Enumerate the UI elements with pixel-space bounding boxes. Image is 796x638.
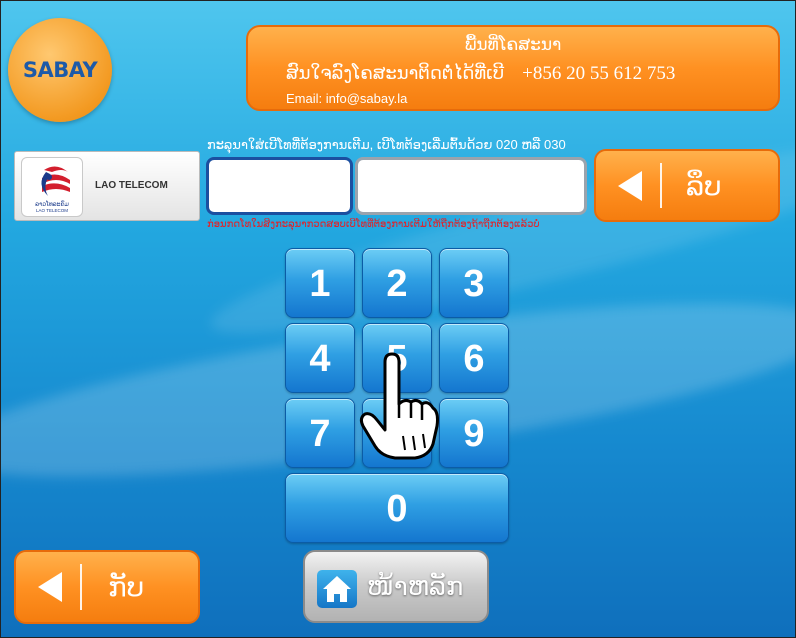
verify-warning: ກ່ອນກດໂທໃນສິງກະລຸນາກວດສອບເບີໂທທີ່ຕ້ອງການ… xyxy=(207,219,540,230)
keypad-key-1[interactable]: 1 xyxy=(285,248,355,318)
keypad-key-5[interactable]: 5 xyxy=(362,323,432,393)
keypad-key-0[interactable]: 0 xyxy=(285,473,509,543)
keypad-key-2[interactable]: 2 xyxy=(362,248,432,318)
advertising-info-panel: ພື້ນທີ່ໂຄສະນາ ສົນໃຈລົງໂຄສະນາຕິດຕໍ່ໄດ້ທີ່… xyxy=(246,25,780,111)
ad-title: ພື້ນທີ່ໂຄສະນາ xyxy=(464,35,562,55)
lao-telecom-logo: ລາວໂທລະຄົມ LAO TELECOM xyxy=(21,157,83,217)
phone-instruction: ກະລຸນາໃສ່ເບີໂທທີ່ຕ້ອງການເຕີມ, ເບີໂທຕ້ອງເ… xyxy=(207,137,566,152)
sabay-logo: SABAY xyxy=(8,18,112,122)
home-icon xyxy=(317,570,357,608)
ad-contact-text: ສົນໃຈລົງໂຄສະນາຕິດຕໍ່ໄດ້ທີ່ເບີ xyxy=(286,63,505,84)
back-button[interactable]: ກັບ xyxy=(14,550,200,624)
svg-text:ລາວໂທລະຄົມ: ລາວໂທລະຄົມ xyxy=(35,201,69,208)
left-triangle-icon xyxy=(38,572,62,602)
keypad-key-7[interactable]: 7 xyxy=(285,398,355,468)
home-label: ໜ້າຫລັກ xyxy=(367,572,464,602)
keypad-key-8[interactable]: 8 xyxy=(362,398,432,468)
operator-name: LAO TELECOM xyxy=(95,180,168,191)
back-label: ກັບ xyxy=(108,570,145,604)
phone-prefix-input[interactable] xyxy=(206,157,353,215)
svg-text:LAO TELECOM: LAO TELECOM xyxy=(36,208,68,213)
delete-button[interactable]: ລຶບ xyxy=(594,149,780,222)
ad-phone: +856 20 55 612 753 xyxy=(522,63,676,84)
keypad-key-6[interactable]: 6 xyxy=(439,323,509,393)
phone-number-input[interactable] xyxy=(355,157,587,215)
ad-contact-line: ສົນໃຈລົງໂຄສະນາຕິດຕໍ່ໄດ້ທີ່ເບີ +856 20 55 … xyxy=(286,63,675,85)
home-button[interactable]: ໜ້າຫລັກ xyxy=(303,550,489,623)
keypad-key-9[interactable]: 9 xyxy=(439,398,509,468)
keypad-key-3[interactable]: 3 xyxy=(439,248,509,318)
ad-email: Email: info@sabay.la xyxy=(286,91,408,106)
button-divider xyxy=(660,163,662,208)
delete-label: ລຶບ xyxy=(686,169,722,202)
left-triangle-icon xyxy=(618,170,642,201)
keypad-key-4[interactable]: 4 xyxy=(285,323,355,393)
button-divider xyxy=(80,564,82,610)
operator-card-lao-telecom[interactable]: ລາວໂທລະຄົມ LAO TELECOM LAO TELECOM xyxy=(14,151,200,221)
logo-text: SABAY xyxy=(22,58,98,82)
